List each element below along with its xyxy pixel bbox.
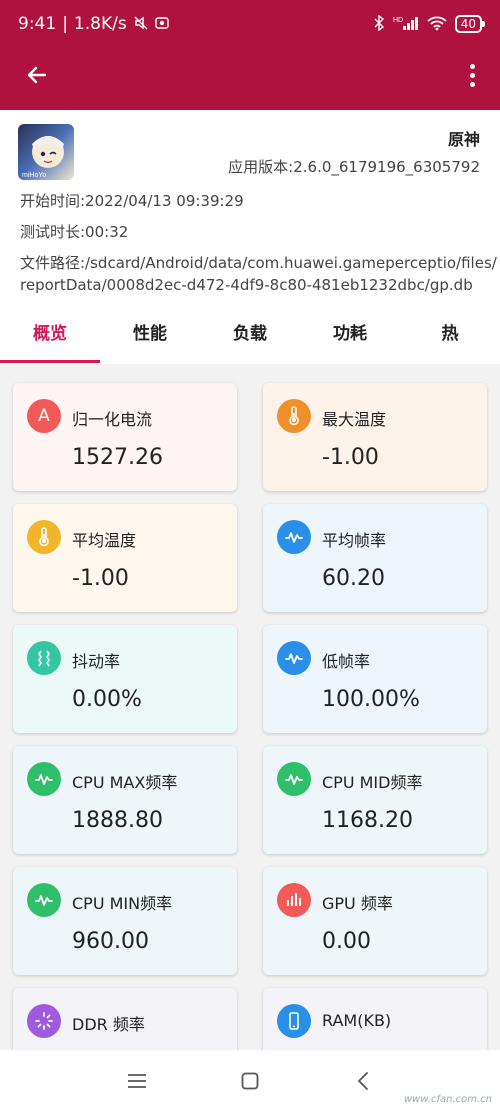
more-dot bbox=[469, 72, 475, 78]
home-button[interactable] bbox=[230, 1061, 270, 1101]
metric-card-gpu-freq[interactable]: GPU 频率 0.00 bbox=[263, 867, 487, 975]
metric-value: -1.00 bbox=[322, 445, 379, 470]
metric-label: RAM(KB) bbox=[322, 1011, 392, 1030]
metric-card-avg-fps[interactable]: 平均帧率 60.20 bbox=[263, 504, 487, 612]
status-time: 9:41 bbox=[18, 14, 57, 34]
pulse-icon bbox=[27, 883, 61, 917]
metric-card-max-temperature[interactable]: 最大温度 -1.00 bbox=[263, 383, 487, 491]
metric-label: CPU MAX频率 bbox=[72, 773, 178, 792]
metric-label: 平均温度 bbox=[72, 531, 137, 550]
more-dot bbox=[469, 81, 475, 87]
metric-card-cpu-max-freq[interactable]: CPU MAX频率 1888.80 bbox=[13, 746, 237, 854]
pulse-icon bbox=[27, 762, 61, 796]
metric-card-normalized-current[interactable]: A 归一化电流 1527.26 bbox=[13, 383, 237, 491]
game-icon: miHoYo bbox=[18, 124, 74, 180]
metric-card-jitter-rate[interactable]: 抖动率 0.00% bbox=[13, 625, 237, 733]
metric-value: 100.00% bbox=[322, 687, 420, 712]
metric-label: GPU 频率 bbox=[322, 894, 393, 913]
metric-label: DDR 频率 bbox=[72, 1015, 145, 1034]
metric-card-low-fps-rate[interactable]: 低帧率 100.00% bbox=[263, 625, 487, 733]
pulse-icon bbox=[277, 641, 311, 675]
back-button[interactable] bbox=[20, 58, 54, 92]
metric-card-ddr-freq[interactable]: DDR 频率 bbox=[13, 988, 237, 1050]
metric-value: 1527.26 bbox=[72, 445, 163, 470]
more-dot bbox=[469, 63, 475, 69]
metric-value: 1168.20 bbox=[322, 808, 413, 833]
tab-performance[interactable]: 性能 bbox=[100, 310, 200, 364]
a-letter-icon: A bbox=[27, 399, 61, 433]
metric-value: 0.00% bbox=[72, 687, 142, 712]
square-icon bbox=[241, 1072, 259, 1089]
metric-card-avg-temperature[interactable]: 平均温度 -1.00 bbox=[13, 504, 237, 612]
menu-icon bbox=[127, 1073, 146, 1088]
pulse-icon bbox=[277, 520, 311, 554]
bluetooth-icon bbox=[373, 14, 385, 34]
metric-label: 归一化电流 bbox=[72, 410, 153, 429]
test-duration: 测试时长:00:32 bbox=[20, 223, 129, 241]
metric-label: 抖动率 bbox=[72, 652, 121, 671]
metric-card-ram[interactable]: RAM(KB) bbox=[263, 988, 487, 1050]
svg-text:HD: HD bbox=[393, 17, 403, 24]
phone-icon bbox=[277, 1004, 311, 1038]
metric-value: 0.00 bbox=[322, 929, 371, 954]
watermark: www.cfan.com.cn bbox=[403, 1094, 492, 1105]
signal-icon: HD bbox=[393, 15, 419, 34]
game-name: 原神 bbox=[447, 130, 480, 149]
system-back-button[interactable] bbox=[343, 1061, 383, 1101]
mute-icon bbox=[133, 15, 149, 34]
metrics-grid: A 归一化电流 1527.26 最大温度 -1.00 平均温度 -1.00 平均… bbox=[0, 364, 500, 1050]
photo-icon bbox=[155, 16, 169, 33]
tab-power[interactable]: 功耗 bbox=[300, 310, 400, 364]
status-net-speed: 1.8K/s bbox=[73, 14, 127, 34]
bar-chart-icon bbox=[277, 883, 311, 917]
recents-button[interactable] bbox=[117, 1061, 157, 1101]
metric-value: -1.00 bbox=[72, 566, 129, 591]
metric-value: 1888.80 bbox=[72, 808, 163, 833]
svg-text:miHoYo: miHoYo bbox=[22, 172, 46, 179]
metric-label: 最大温度 bbox=[322, 410, 387, 429]
back-arrow-icon bbox=[27, 66, 47, 84]
metric-label: 低帧率 bbox=[322, 652, 371, 671]
tab-load[interactable]: 负载 bbox=[200, 310, 300, 364]
status-bar: 9:41 | 1.8K/s HD 40 bbox=[0, 0, 500, 48]
metric-label: 平均帧率 bbox=[322, 531, 387, 550]
spinner-icon bbox=[27, 1004, 61, 1038]
thermometer-icon bbox=[27, 520, 61, 554]
tab-bar: 概览 性能 负载 功耗 热 bbox=[0, 310, 500, 364]
status-separator: | bbox=[62, 14, 68, 34]
file-path: 文件路径:/sdcard/Android/data/com.huawei.gam… bbox=[20, 252, 497, 296]
metric-value: 60.20 bbox=[322, 566, 385, 591]
file-path-line: reportData/0008d2ec-d472-4df9-8c80-481eb… bbox=[20, 276, 473, 294]
app-bar: 9:41 | 1.8K/s HD 40 bbox=[0, 0, 500, 110]
metric-value: 960.00 bbox=[72, 929, 149, 954]
battery-icon: 40 bbox=[454, 15, 486, 33]
thermometer-icon bbox=[277, 399, 311, 433]
more-options-button[interactable] bbox=[462, 58, 482, 92]
app-version: 应用版本:2.6.0_6179196_6305792 bbox=[228, 158, 480, 176]
system-nav-bar: www.cfan.com.cn bbox=[0, 1050, 500, 1111]
metric-label: CPU MID频率 bbox=[322, 773, 423, 792]
jitter-icon bbox=[27, 641, 61, 675]
start-time: 开始时间:2022/04/13 09:39:29 bbox=[20, 192, 244, 210]
file-path-line: 文件路径:/sdcard/Android/data/com.huawei.gam… bbox=[20, 254, 497, 272]
pulse-icon bbox=[277, 762, 311, 796]
metric-card-cpu-min-freq[interactable]: CPU MIN频率 960.00 bbox=[13, 867, 237, 975]
game-info-panel: miHoYo 原神 应用版本:2.6.0_6179196_6305792 开始时… bbox=[0, 110, 500, 310]
metric-card-cpu-mid-freq[interactable]: CPU MID频率 1168.20 bbox=[263, 746, 487, 854]
tab-overview[interactable]: 概览 bbox=[0, 310, 100, 364]
chevron-left-icon bbox=[358, 1071, 369, 1090]
metric-label: CPU MIN频率 bbox=[72, 894, 173, 913]
wifi-icon bbox=[427, 15, 447, 34]
tab-thermal[interactable]: 热 bbox=[400, 310, 500, 364]
